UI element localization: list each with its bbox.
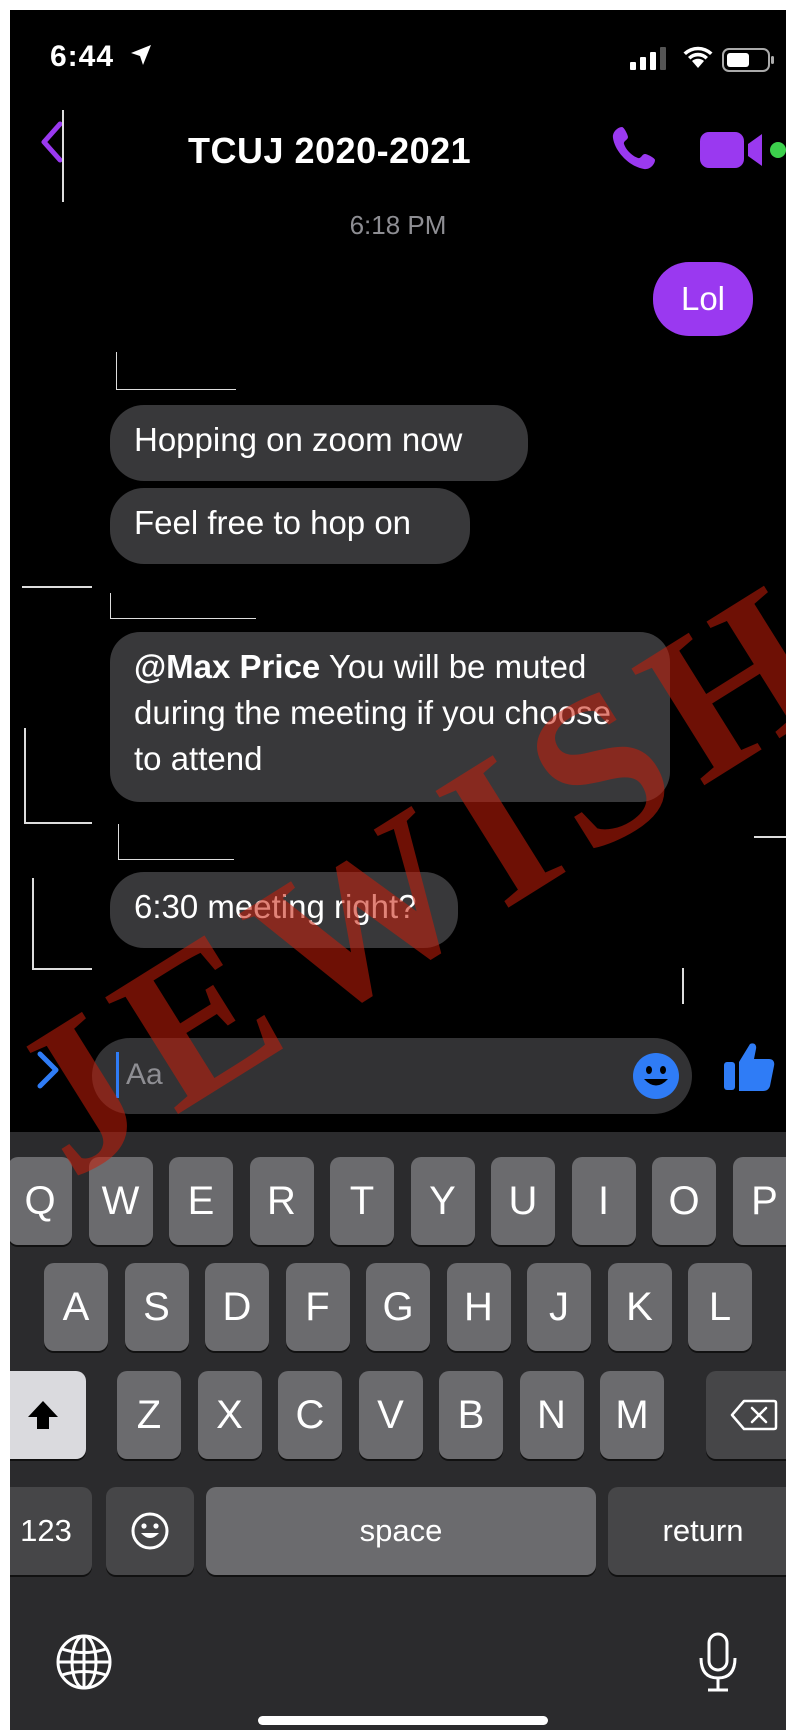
- shift-icon: [28, 1401, 58, 1429]
- key-s[interactable]: S: [124, 1263, 189, 1351]
- wifi-icon: [683, 46, 713, 68]
- redaction-line: [32, 878, 34, 968]
- user-mention[interactable]: @Max Price: [134, 648, 320, 685]
- delete-icon: [730, 1399, 778, 1431]
- key-d[interactable]: D: [205, 1263, 269, 1351]
- key-a[interactable]: A: [44, 1263, 108, 1351]
- emoji-keyboard-key[interactable]: [106, 1487, 194, 1575]
- return-key[interactable]: return: [608, 1487, 786, 1575]
- key-j[interactable]: J: [527, 1263, 591, 1351]
- redaction-line: [22, 586, 92, 588]
- outgoing-message[interactable]: Lol: [653, 262, 753, 336]
- redaction-line: [32, 968, 92, 970]
- incoming-message-mention[interactable]: @Max Price You will be muted during the …: [110, 632, 670, 802]
- message-timestamp: 6:18 PM: [349, 210, 447, 240]
- shift-key[interactable]: [10, 1371, 86, 1459]
- redaction-line: [682, 968, 684, 1004]
- back-chevron-icon[interactable]: [40, 120, 64, 164]
- key-r[interactable]: R: [249, 1157, 314, 1245]
- delete-key[interactable]: [706, 1371, 786, 1459]
- status-time: 6:44: [50, 40, 115, 73]
- emoji-keyboard-icon: [131, 1512, 169, 1550]
- microphone-icon[interactable]: [696, 1632, 740, 1694]
- space-key[interactable]: space: [206, 1487, 596, 1575]
- redacted-sender-name: [116, 352, 236, 390]
- phone-icon[interactable]: [610, 124, 658, 172]
- signal-icon: [630, 47, 666, 70]
- key-h[interactable]: H: [446, 1263, 511, 1351]
- key-n[interactable]: N: [519, 1371, 584, 1459]
- key-c[interactable]: C: [278, 1371, 342, 1459]
- key-g[interactable]: G: [366, 1263, 430, 1351]
- redaction-line: [24, 822, 92, 824]
- key-v[interactable]: V: [358, 1371, 423, 1459]
- messenger-screen: 6:44 TCUJ 2020-2021 6:18 PM Lol Hopping …: [10, 10, 786, 1730]
- globe-icon[interactable]: [54, 1632, 114, 1692]
- redaction-line: [754, 836, 786, 838]
- video-camera-icon[interactable]: [700, 130, 770, 170]
- key-l[interactable]: L: [688, 1263, 752, 1351]
- expand-chevron-icon[interactable]: [36, 1050, 60, 1090]
- numbers-key[interactable]: 123: [10, 1487, 92, 1575]
- incoming-message[interactable]: 6:30 meeting right?: [110, 872, 458, 948]
- thumbs-up-icon[interactable]: [722, 1040, 776, 1094]
- key-x[interactable]: X: [197, 1371, 262, 1459]
- key-e[interactable]: E: [169, 1157, 233, 1245]
- key-p[interactable]: P: [732, 1157, 786, 1245]
- key-q[interactable]: Q: [10, 1157, 72, 1245]
- key-b[interactable]: B: [439, 1371, 503, 1459]
- redacted-avatar[interactable]: [62, 110, 190, 202]
- key-o[interactable]: O: [652, 1157, 716, 1245]
- text-cursor: [116, 1052, 119, 1098]
- message-input-placeholder: Aa: [126, 1058, 163, 1091]
- home-indicator[interactable]: [258, 1716, 548, 1725]
- key-f[interactable]: F: [285, 1263, 350, 1351]
- emoji-icon[interactable]: [632, 1052, 680, 1100]
- message-input[interactable]: Aa: [92, 1038, 692, 1114]
- key-t[interactable]: T: [330, 1157, 394, 1245]
- key-w[interactable]: W: [88, 1157, 153, 1245]
- redacted-sender-name: [118, 824, 234, 860]
- active-status-dot: [770, 142, 786, 158]
- chat-title[interactable]: TCUJ 2020-2021: [188, 130, 471, 172]
- incoming-message[interactable]: Feel free to hop on: [110, 488, 470, 564]
- incoming-message[interactable]: Hopping on zoom now: [110, 405, 528, 481]
- key-k[interactable]: K: [607, 1263, 672, 1351]
- redacted-sender-name: [110, 593, 256, 619]
- key-y[interactable]: Y: [410, 1157, 475, 1245]
- key-z[interactable]: Z: [117, 1371, 181, 1459]
- battery-icon: [722, 48, 774, 72]
- key-m[interactable]: M: [600, 1371, 664, 1459]
- key-u[interactable]: U: [491, 1157, 555, 1245]
- redaction-line: [24, 728, 26, 822]
- key-i[interactable]: I: [571, 1157, 636, 1245]
- location-arrow-icon: [131, 45, 151, 65]
